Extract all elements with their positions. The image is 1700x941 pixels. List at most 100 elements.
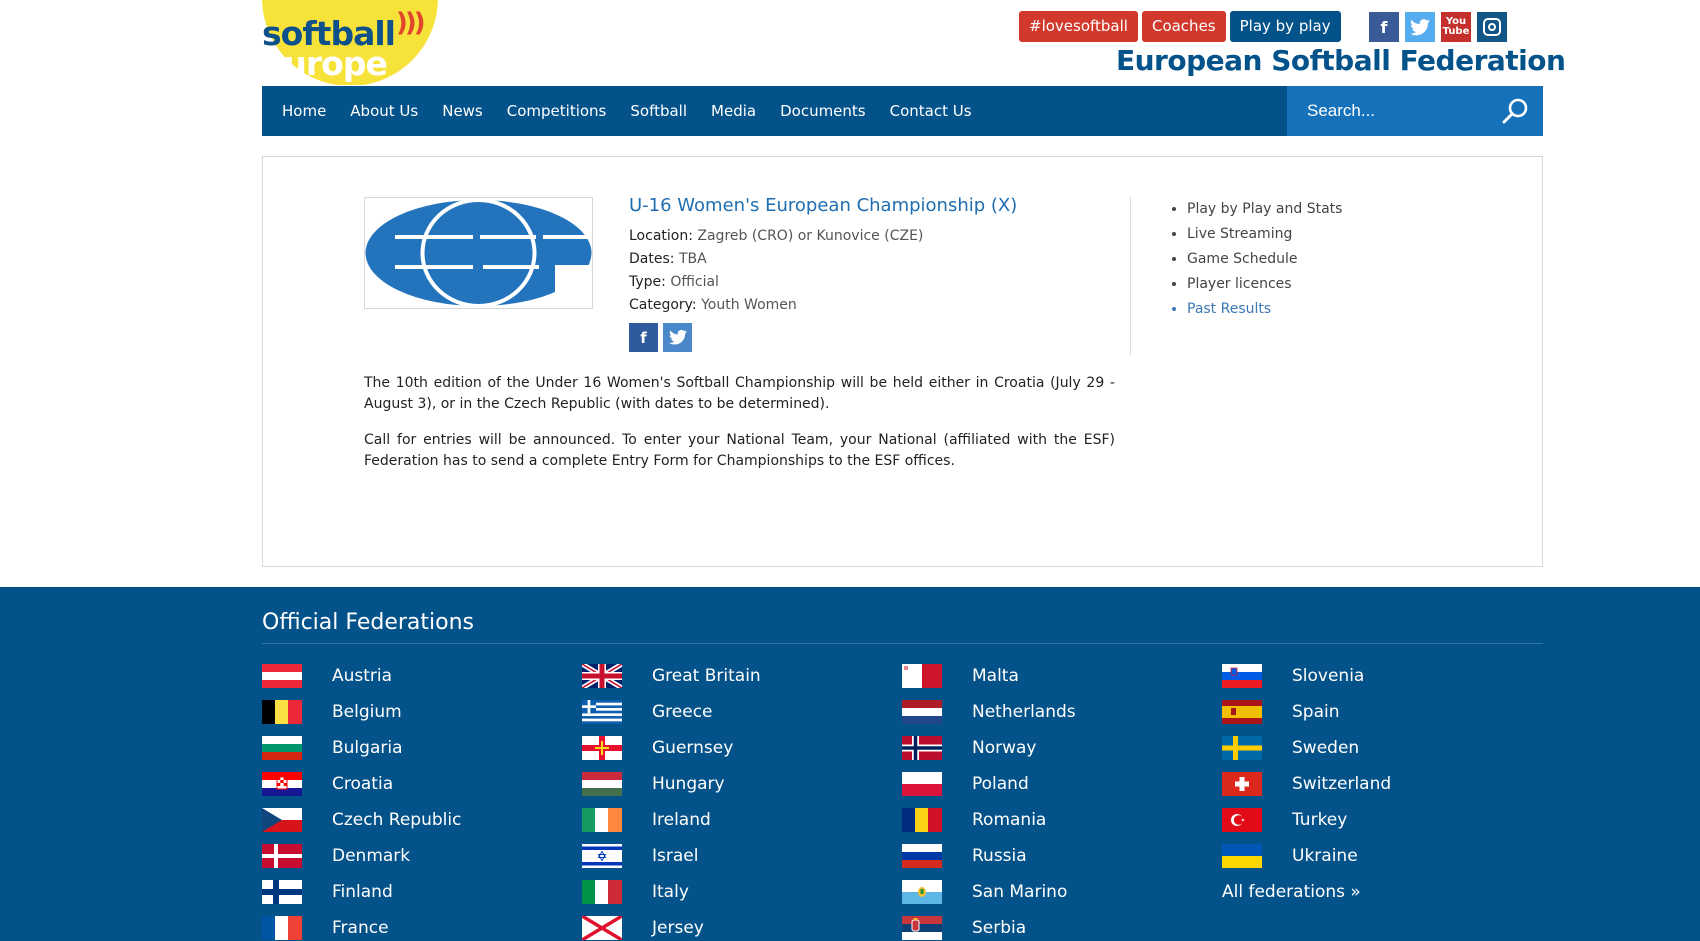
jersey-flag-icon xyxy=(582,916,622,940)
official-federations-title: Official Federations xyxy=(262,610,474,635)
federation-san-marino[interactable]: San Marino xyxy=(902,879,1222,905)
guernsey-flag-icon xyxy=(582,736,622,760)
federation-name: Czech Republic xyxy=(332,810,462,830)
nav-competitions[interactable]: Competitions xyxy=(507,102,607,120)
share-facebook-icon[interactable]: f xyxy=(629,323,658,352)
category-label: Category: xyxy=(629,297,697,313)
federation-ireland[interactable]: Ireland xyxy=(582,807,902,833)
federation-sweden[interactable]: Sweden xyxy=(1222,735,1542,761)
federation-norway[interactable]: Norway xyxy=(902,735,1222,761)
federation-name: Poland xyxy=(972,774,1029,794)
federation-austria[interactable]: Austria xyxy=(262,663,582,689)
federation-russia[interactable]: Russia xyxy=(902,843,1222,869)
federation-name: Turkey xyxy=(1292,810,1348,830)
federation-malta[interactable]: Malta xyxy=(902,663,1222,689)
federation-title: European Softball Federation xyxy=(1116,44,1566,77)
federation-great-britain[interactable]: Great Britain xyxy=(582,663,902,689)
federation-greece[interactable]: Greece xyxy=(582,699,902,725)
federation-romania[interactable]: Romania xyxy=(902,807,1222,833)
event-description: The 10th edition of the Under 16 Women's… xyxy=(364,373,1115,487)
federation-name: Jersey xyxy=(652,918,704,938)
austria-flag-icon xyxy=(262,664,302,688)
federation-netherlands[interactable]: Netherlands xyxy=(902,699,1222,725)
top-buttons: #lovesoftball Coaches Play by play xyxy=(1019,11,1341,42)
softball-europe-logo[interactable]: softball europe ))) xyxy=(262,0,438,85)
facebook-icon[interactable]: f xyxy=(1369,12,1399,42)
san-marino-flag-icon xyxy=(902,880,942,904)
nav-contact-us[interactable]: Contact Us xyxy=(890,102,972,120)
federation-denmark[interactable]: Denmark xyxy=(262,843,582,869)
federation-spain[interactable]: Spain xyxy=(1222,699,1542,725)
federation-name: Great Britain xyxy=(652,666,761,686)
search-input[interactable] xyxy=(1287,101,1497,121)
federation-guernsey[interactable]: Guernsey xyxy=(582,735,902,761)
great-britain-flag-icon xyxy=(582,664,622,688)
federation-ukraine[interactable]: Ukraine xyxy=(1222,843,1542,869)
type-label: Type: xyxy=(629,274,666,290)
federation-name: San Marino xyxy=(972,882,1068,902)
all-federations-link[interactable]: All federations » xyxy=(1222,879,1542,905)
event-info: U-16 Women's European Championship (X) L… xyxy=(629,195,1109,352)
federation-croatia[interactable]: Croatia xyxy=(262,771,582,797)
dates-label: Dates: xyxy=(629,251,675,267)
croatia-flag-icon xyxy=(262,772,302,796)
federation-jersey[interactable]: Jersey xyxy=(582,915,902,941)
nav-documents[interactable]: Documents xyxy=(780,102,866,120)
nav-home[interactable]: Home xyxy=(282,102,326,120)
federation-israel[interactable]: Israel xyxy=(582,843,902,869)
lovesoftball-button[interactable]: #lovesoftball xyxy=(1019,11,1138,42)
sweden-flag-icon xyxy=(1222,736,1262,760)
federation-name: Greece xyxy=(652,702,713,722)
link-past-results[interactable]: Past Results xyxy=(1187,297,1342,322)
category-value: Youth Women xyxy=(701,297,797,313)
hungary-flag-icon xyxy=(582,772,622,796)
federation-finland[interactable]: Finland xyxy=(262,879,582,905)
federation-hungary[interactable]: Hungary xyxy=(582,771,902,797)
federation-belgium[interactable]: Belgium xyxy=(262,699,582,725)
link-player-licences[interactable]: Player licences xyxy=(1187,272,1342,297)
footer: Official Federations Austria Belgium Bul… xyxy=(0,587,1700,941)
description-paragraph-1: The 10th edition of the Under 16 Women's… xyxy=(364,375,1115,412)
youtube-icon[interactable]: You Tube xyxy=(1441,12,1471,42)
federation-name: Belgium xyxy=(332,702,402,722)
link-live-streaming[interactable]: Live Streaming xyxy=(1187,222,1342,247)
federation-name: Guernsey xyxy=(652,738,734,758)
federation-bulgaria[interactable]: Bulgaria xyxy=(262,735,582,761)
event-location: Location: Zagreb (CRO) or Kunovice (CZE) xyxy=(629,225,1109,248)
vertical-divider xyxy=(1130,197,1131,355)
federation-name: Serbia xyxy=(972,918,1027,938)
event-title[interactable]: U-16 Women's European Championship (X) xyxy=(629,195,1109,216)
twitter-icon[interactable] xyxy=(1405,12,1435,42)
link-game-schedule[interactable]: Game Schedule xyxy=(1187,247,1342,272)
federation-poland[interactable]: Poland xyxy=(902,771,1222,797)
coaches-button[interactable]: Coaches xyxy=(1141,11,1226,42)
nav-news[interactable]: News xyxy=(442,102,483,120)
federation-italy[interactable]: Italy xyxy=(582,879,902,905)
federation-switzerland[interactable]: Switzerland xyxy=(1222,771,1542,797)
ukraine-flag-icon xyxy=(1222,844,1262,868)
event-panel: U-16 Women's European Championship (X) L… xyxy=(262,156,1543,567)
all-federations-label: All federations » xyxy=(1222,882,1361,902)
federation-name: Israel xyxy=(652,846,699,866)
federation-serbia[interactable]: Serbia xyxy=(902,915,1222,941)
description-paragraph-2: Call for entries will be announced. To e… xyxy=(364,432,1115,469)
federation-slovenia[interactable]: Slovenia xyxy=(1222,663,1542,689)
nav-about-us[interactable]: About Us xyxy=(350,102,418,120)
federation-czech-republic[interactable]: Czech Republic xyxy=(262,807,582,833)
search-icon[interactable] xyxy=(1501,97,1529,125)
nav-softball[interactable]: Softball xyxy=(630,102,687,120)
share-twitter-icon[interactable] xyxy=(663,323,692,352)
play-by-play-button[interactable]: Play by play xyxy=(1229,11,1341,42)
netherlands-flag-icon xyxy=(902,700,942,724)
link-play-by-play-stats[interactable]: Play by Play and Stats xyxy=(1187,197,1342,222)
federation-name: Malta xyxy=(972,666,1019,686)
federation-name: France xyxy=(332,918,389,938)
turkey-flag-icon xyxy=(1222,808,1262,832)
instagram-icon[interactable] xyxy=(1477,12,1507,42)
nav-media[interactable]: Media xyxy=(711,102,756,120)
federation-name: Denmark xyxy=(332,846,411,866)
type-value: Official xyxy=(670,274,719,290)
denmark-flag-icon xyxy=(262,844,302,868)
federation-france[interactable]: France xyxy=(262,915,582,941)
federation-turkey[interactable]: Turkey xyxy=(1222,807,1542,833)
